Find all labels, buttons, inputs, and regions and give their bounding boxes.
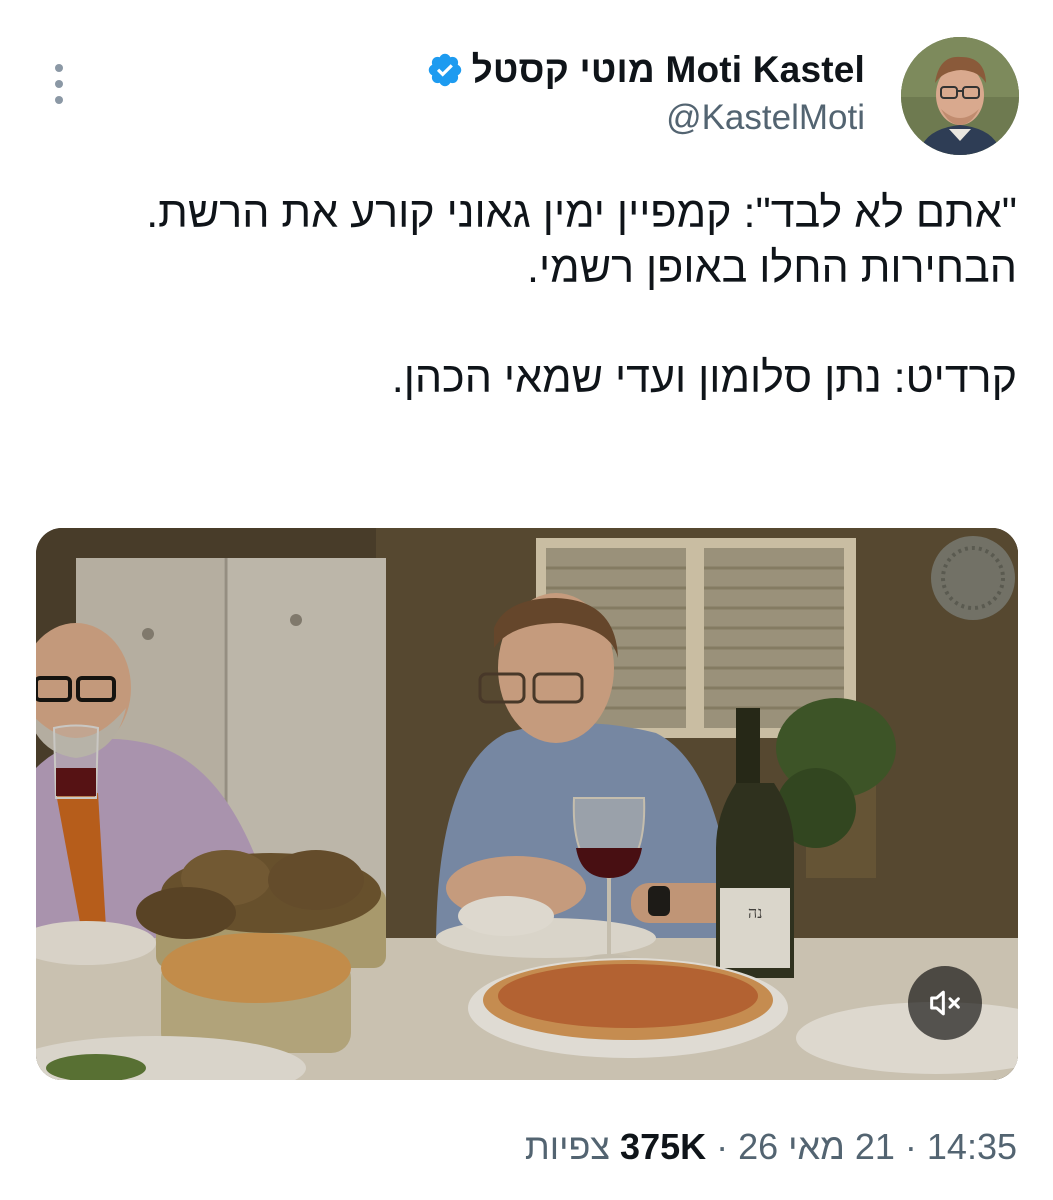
tweet-meta: 14:35 · 21 מאי 26 · 375K צפיות (525, 1122, 1017, 1172)
video-frame: נה (36, 528, 1018, 1080)
tweet-date[interactable]: 21 מאי 26 (738, 1126, 895, 1168)
more-options-button[interactable] (46, 64, 72, 104)
author-name-row[interactable]: Moti Kastel מוטי קסטל (426, 48, 865, 92)
tweet-time[interactable]: 14:35 (927, 1126, 1017, 1168)
tweet-paragraph: קרדיט: נתן סלומון ועדי שמאי הכהן. (391, 354, 1017, 402)
author-display-name[interactable]: Moti Kastel מוטי קסטל (472, 49, 865, 91)
video-player[interactable]: נה (36, 528, 1018, 1080)
separator: · (904, 1126, 917, 1167)
avatar-image (901, 37, 1019, 155)
verified-badge-icon (428, 53, 461, 87)
tweet-text: "אתם לא לבד": קמפיין ימין גאוני קורע את … (117, 186, 1017, 406)
more-dot-icon (55, 96, 63, 104)
more-dot-icon (55, 64, 63, 72)
avatar[interactable] (901, 37, 1019, 155)
separator: · (716, 1126, 729, 1167)
views-label: צפיות (524, 1126, 611, 1167)
mute-toggle-button[interactable] (908, 966, 982, 1040)
tweet-paragraph: "אתם לא לבד": קמפיין ימין גאוני קורע את … (134, 189, 1017, 292)
author-handle[interactable]: @KastelMoti (666, 98, 865, 138)
views-count: 375K (620, 1126, 707, 1167)
more-dot-icon (55, 80, 63, 88)
speaker-muted-icon (930, 990, 960, 1016)
